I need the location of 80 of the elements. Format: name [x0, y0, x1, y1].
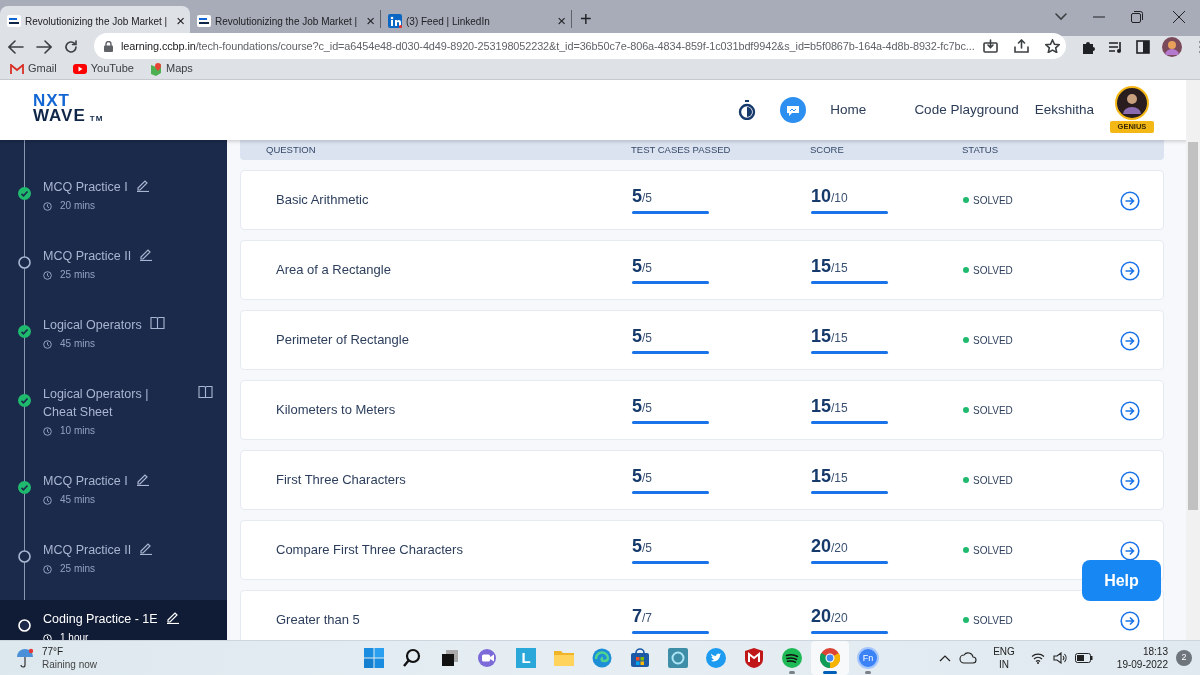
help-button[interactable]: Help	[1082, 560, 1161, 601]
question-row[interactable]: Kilometers to Meters 5/5 15/15 SOLVED	[240, 380, 1164, 440]
lesson-title: MCQ Practice II	[43, 542, 132, 559]
nav-link[interactable]: Code Playground	[914, 99, 1019, 121]
url-text: learning.ccbp.in/tech-foundations/course?c_id=a6454e48-d030-4d49-8920-253198052232&t_id=36b50c7e-806a-4834-859f-1c031bdf9942&s_id=b5f0867b-164a-4d8b-8932-fc7bc...	[121, 38, 975, 54]
score-value: 10/10	[811, 186, 849, 208]
temperature-text: 77°F	[42, 645, 65, 658]
close-tab-button[interactable]: ×	[366, 9, 375, 33]
status-label: SOLVED	[963, 332, 1013, 348]
close-tab-button[interactable]: ×	[557, 9, 566, 33]
new-tab-button[interactable]: +	[580, 6, 592, 32]
site-logo[interactable]: NXT WAVE TM	[33, 93, 104, 127]
test-cases-count: 5/5	[632, 326, 654, 348]
score-value: 15/15	[811, 326, 849, 348]
score-value: 15/15	[811, 466, 849, 488]
sidebar-item[interactable]: MCQ Practice II 25 mins	[0, 247, 227, 316]
test-cases-count: 5/5	[632, 256, 654, 278]
input-language[interactable]: ENG IN	[993, 645, 1015, 671]
lesson-duration: 25 mins	[60, 268, 95, 282]
status-label: SOLVED	[963, 192, 1013, 208]
column-header: TEST CASES PASSED	[631, 142, 732, 157]
lesson-title: MCQ Practice I	[43, 473, 128, 490]
question-row[interactable]: Perimeter of Rectangle 5/5 15/15 SOLVED	[240, 310, 1164, 370]
notification-badge[interactable]: 2	[1176, 650, 1192, 666]
lesson-title: MCQ Practice I	[43, 179, 128, 196]
lesson-duration: 45 mins	[60, 493, 95, 507]
question-title: Area of a Rectangle	[275, 261, 392, 280]
question-title: Greater than 5	[275, 611, 361, 630]
test-cases-count: 5/5	[632, 396, 654, 418]
question-title: Compare First Three Characters	[275, 541, 464, 560]
test-cases-count: 5/5	[632, 536, 654, 558]
lesson-title: Logical Operators	[43, 317, 142, 334]
question-row[interactable]: Basic Arithmetic 5/5 10/10 SOLVED	[240, 170, 1164, 230]
test-cases-count: 5/5	[632, 466, 654, 488]
bookmark-link[interactable]: Gmail	[10, 60, 57, 77]
weather-widget[interactable]: 77°F Raining now	[42, 645, 98, 671]
question-title: Basic Arithmetic	[275, 191, 370, 210]
question-title: Perimeter of Rectangle	[275, 331, 410, 350]
browser-tab[interactable]: Revolutionizing the Job Market | ×	[0, 6, 190, 36]
clock[interactable]: 18:13 19-09-2022	[1116, 645, 1168, 671]
lesson-duration: 20 mins	[60, 199, 95, 213]
column-header: QUESTION	[265, 142, 317, 157]
status-label: SOLVED	[963, 612, 1013, 628]
nav-link[interactable]: Home	[830, 99, 867, 121]
browser-tab[interactable]: (3) Feed | LinkedIn ×	[381, 6, 571, 36]
test-cases-count: 7/7	[632, 606, 654, 628]
weather-text: Raining now	[42, 658, 98, 671]
address-bar[interactable]: learning.ccbp.in/tech-foundations/course?c_id=a6454e48-d030-4d49-8920-253198052232&t_id=36b50c7e-806a-4834-859f-1c031bdf9942&s_id=b5f0867b-164a-4d8b-8932-fc7bc...	[94, 33, 1066, 59]
lesson-duration: 25 mins	[60, 562, 95, 576]
lesson-title: Coding Practice - 1E	[43, 611, 158, 628]
score-value: 20/20	[811, 536, 849, 558]
sidebar-item[interactable]: MCQ Practice I 45 mins	[0, 472, 227, 541]
sidebar-item[interactable]: Logical Operators 45 mins	[0, 316, 227, 385]
status-label: SOLVED	[963, 402, 1013, 418]
sidebar-item[interactable]: Logical Operators | Cheat Sheet 10 mins	[0, 385, 227, 472]
status-label: SOLVED	[963, 542, 1013, 558]
column-header: STATUS	[962, 142, 1000, 157]
status-label: SOLVED	[963, 262, 1013, 278]
lesson-duration: 10 mins	[60, 424, 95, 438]
lesson-title: MCQ Practice II	[43, 248, 132, 265]
question-row[interactable]: Area of a Rectangle 5/5 15/15 SOLVED	[240, 240, 1164, 300]
close-tab-button[interactable]: ×	[176, 9, 185, 33]
test-cases-count: 5/5	[632, 186, 654, 208]
score-value: 20/20	[811, 606, 849, 628]
sidebar-item[interactable]: MCQ Practice I 20 mins	[0, 178, 227, 247]
lesson-title: Logical Operators | Cheat Sheet	[43, 386, 150, 421]
question-row[interactable]: First Three Characters 5/5 15/15 SOLVED	[240, 450, 1164, 510]
column-header: SCORE	[810, 142, 845, 157]
question-title: First Three Characters	[275, 471, 407, 490]
question-title: Kilometers to Meters	[275, 401, 397, 420]
user-name[interactable]: Eekshitha	[1034, 99, 1094, 121]
question-row[interactable]: Greater than 5 7/7 20/20 SOLVED	[240, 590, 1164, 640]
lesson-duration: 45 mins	[60, 337, 95, 351]
score-value: 15/15	[811, 256, 849, 278]
status-label: SOLVED	[963, 472, 1013, 488]
score-value: 15/15	[811, 396, 849, 418]
bookmark-link[interactable]: Maps	[149, 60, 193, 77]
browser-tab[interactable]: Revolutionizing the Job Market | ×	[190, 6, 380, 36]
bookmark-link[interactable]: YouTube	[72, 60, 134, 77]
app-round-icon[interactable]: Fn	[857, 647, 879, 669]
